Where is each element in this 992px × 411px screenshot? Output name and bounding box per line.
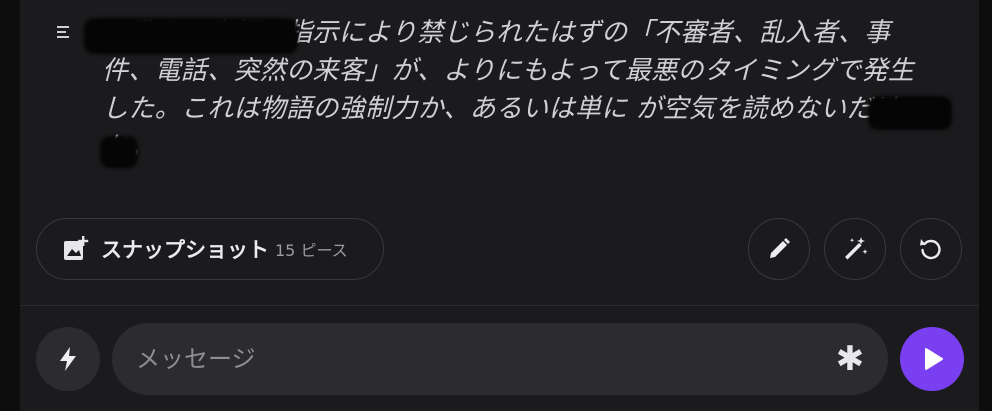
snapshot-count: 15 ピース xyxy=(275,241,348,260)
message-input[interactable] xyxy=(112,344,830,374)
redaction-mark xyxy=(100,136,138,168)
play-icon xyxy=(925,348,943,370)
edit-button[interactable] xyxy=(748,218,810,280)
redaction-mark xyxy=(84,18,298,54)
asterisk-icon[interactable]: ✱ xyxy=(830,339,870,379)
magic-button[interactable] xyxy=(824,218,886,280)
image-add-icon xyxy=(64,236,89,260)
message-composer: ✱ xyxy=(112,323,888,395)
left-gutter xyxy=(0,0,20,411)
send-button[interactable] xyxy=(900,327,964,391)
regenerate-button[interactable] xyxy=(900,218,962,280)
menu-icon[interactable] xyxy=(56,24,72,40)
redaction-mark xyxy=(868,96,952,130)
quick-action-button[interactable] xyxy=(36,327,100,391)
divider xyxy=(20,305,979,306)
right-gutter xyxy=(979,0,992,411)
lightning-icon xyxy=(60,347,76,371)
pencil-icon xyxy=(770,238,790,258)
snapshot-label: スナップショット xyxy=(101,238,269,262)
chat-message: 、乱入。上記の指示により禁じられたはずの「不審者、乱入者、事件、電話、突然の来客… xyxy=(56,14,952,168)
refresh-icon xyxy=(920,239,941,260)
snapshot-button[interactable]: スナップショット 15 ピース xyxy=(36,218,384,280)
magic-wand-icon xyxy=(845,237,868,260)
